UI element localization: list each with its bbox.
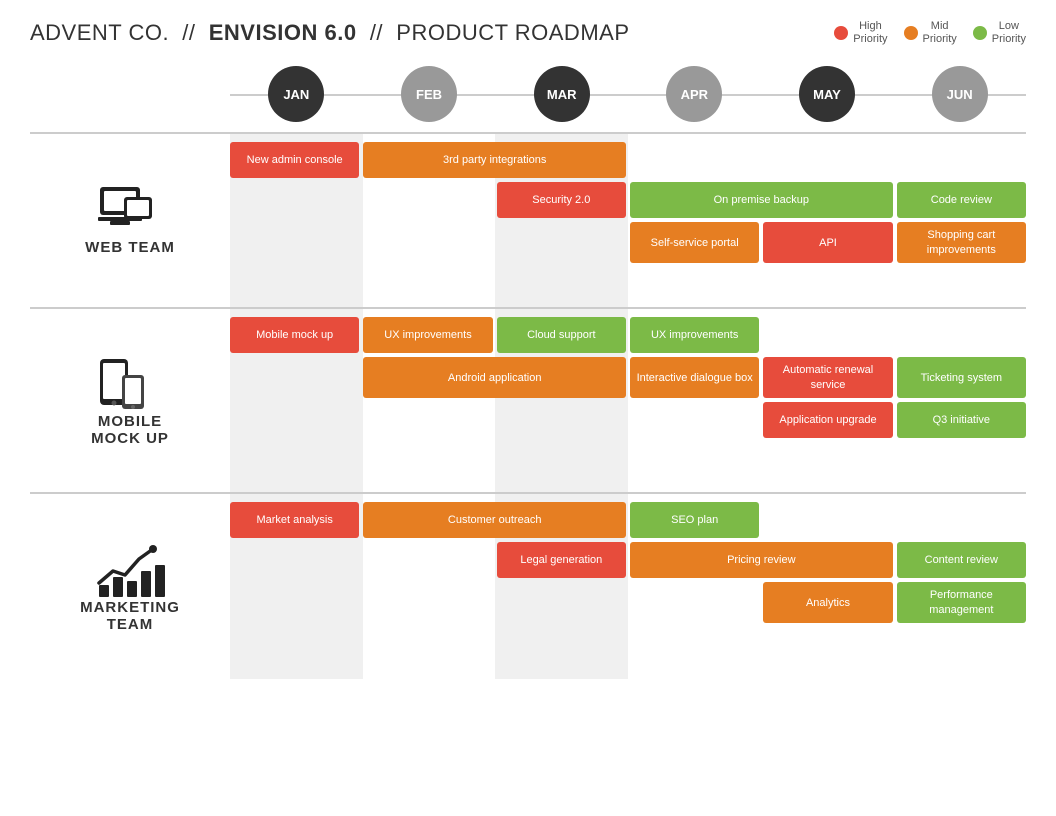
task-ticketing-system: Ticketing system [897, 357, 1026, 398]
month-circle-may: MAY [799, 66, 855, 122]
legend: HighPriority MidPriority LowPriority [834, 20, 1026, 46]
month-circle-jan: JAN [268, 66, 324, 122]
header: ADVENT CO. // ENVISION 6.0 // PRODUCT RO… [30, 20, 1026, 46]
web-team-info: WEB TEAM [30, 134, 230, 307]
month-circle-jun: JUN [932, 66, 988, 122]
mid-priority-dot [904, 26, 918, 40]
task-new-admin-console: New admin console [230, 142, 359, 178]
month-jun: JUN [893, 66, 1026, 126]
task-shopping-cart: Shopping cart improvements [897, 222, 1026, 263]
mobile-team-name: MOBILEMOCK UP [91, 413, 169, 447]
task-on-premise-backup: On premise backup [630, 182, 893, 218]
task-seo-plan: SEO plan [630, 502, 759, 538]
task-customer-outreach: Customer outreach [363, 502, 626, 538]
web-team-name: WEB TEAM [85, 239, 175, 256]
month-mar: MAR [495, 66, 628, 126]
task-security-2: Security 2.0 [497, 182, 626, 218]
task-ux-improvements-2: UX improvements [630, 317, 759, 353]
mobile-team-icon [98, 355, 162, 413]
legend-mid: MidPriority [904, 20, 957, 46]
web-team-icon [98, 185, 162, 239]
legend-high: HighPriority [834, 20, 887, 46]
marketing-team-section: MARKETINGTEAM Market analysis Customer o… [30, 494, 1026, 679]
month-circle-apr: APR [666, 66, 722, 122]
month-circle-feb: FEB [401, 66, 457, 122]
task-api: API [763, 222, 892, 263]
task-interactive-dialogue: Interactive dialogue box [630, 357, 759, 398]
marketing-team-icon [95, 541, 165, 599]
legend-low: LowPriority [973, 20, 1026, 46]
low-priority-dot [973, 26, 987, 40]
task-ux-improvements-1: UX improvements [363, 317, 492, 353]
month-jan: JAN [230, 66, 363, 126]
task-android-app: Android application [363, 357, 626, 398]
task-q3-initiative: Q3 initiative [897, 402, 1026, 438]
month-apr: APR [628, 66, 761, 126]
marketing-team-info: MARKETINGTEAM [30, 494, 230, 679]
page: ADVENT CO. // ENVISION 6.0 // PRODUCT RO… [0, 0, 1056, 816]
mobile-team-section: MOBILEMOCK UP Mobile mock up UX improvem… [30, 309, 1026, 494]
marketing-team-name: MARKETINGTEAM [80, 599, 180, 633]
task-performance-mgmt: Performance management [897, 582, 1026, 623]
high-priority-dot [834, 26, 848, 40]
page-title: ADVENT CO. // ENVISION 6.0 // PRODUCT RO… [30, 20, 630, 46]
task-app-upgrade: Application upgrade [763, 402, 892, 438]
web-team-section: WEB TEAM New admin console 3rd party int… [30, 134, 1026, 309]
task-pricing-review: Pricing review [630, 542, 893, 578]
task-content-review: Content review [897, 542, 1026, 578]
task-self-service-portal: Self-service portal [630, 222, 759, 263]
high-priority-label: HighPriority [853, 20, 887, 46]
task-code-review: Code review [897, 182, 1026, 218]
month-feb: FEB [363, 66, 496, 126]
task-market-analysis: Market analysis [230, 502, 359, 538]
task-auto-renewal: Automatic renewal service [763, 357, 892, 398]
low-priority-label: LowPriority [992, 20, 1026, 46]
month-circle-mar: MAR [534, 66, 590, 122]
mobile-team-info: MOBILEMOCK UP [30, 309, 230, 492]
month-may: MAY [761, 66, 894, 126]
task-cloud-support: Cloud support [497, 317, 626, 353]
task-mobile-mockup: Mobile mock up [230, 317, 359, 353]
task-3rd-party-integrations: 3rd party integrations [363, 142, 626, 178]
task-analytics: Analytics [763, 582, 892, 623]
task-legal-generation: Legal generation [497, 542, 626, 578]
mid-priority-label: MidPriority [923, 20, 957, 46]
